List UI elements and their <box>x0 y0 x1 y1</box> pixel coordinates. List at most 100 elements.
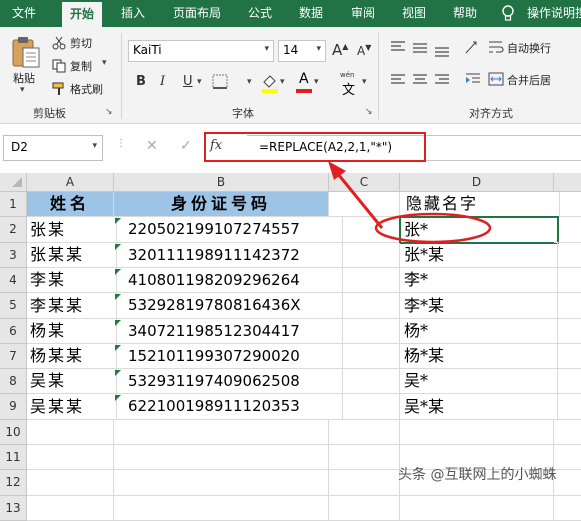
cell-id-number[interactable]: 532931197409062508 <box>114 369 343 394</box>
underline-button[interactable]: U <box>183 74 193 89</box>
cell[interactable] <box>554 293 581 319</box>
cell[interactable] <box>27 496 114 521</box>
row-header[interactable]: 13 <box>0 496 27 521</box>
cell-hidden-name[interactable]: 杨*某 <box>400 344 558 369</box>
italic-button[interactable]: I <box>160 74 165 89</box>
phonetic-dropdown-icon[interactable]: ▾ <box>362 77 367 87</box>
format-painter-button[interactable]: 格式刷 <box>70 81 103 97</box>
cell-name[interactable]: 李某 <box>27 268 117 293</box>
row-header[interactable]: 10 <box>0 420 27 445</box>
row-header[interactable]: 8 <box>0 369 27 394</box>
cell[interactable] <box>27 420 114 445</box>
font-name-combo[interactable]: KaiTi ▾ <box>128 40 274 62</box>
chevron-down-icon[interactable]: ▾ <box>316 44 321 54</box>
cell[interactable] <box>554 394 581 420</box>
column-header-b[interactable]: B <box>114 173 329 192</box>
cell-id-number[interactable]: 53292819780816436X <box>114 293 343 319</box>
cell-hidden-name[interactable]: 吴* <box>400 369 558 394</box>
cell[interactable] <box>400 420 554 445</box>
copy-button[interactable]: 复制 <box>70 58 92 74</box>
cell[interactable] <box>554 319 581 344</box>
grow-font-button[interactable]: A▲ <box>332 41 348 59</box>
cell[interactable] <box>554 217 581 243</box>
cell[interactable] <box>27 445 114 470</box>
paste-dropdown-icon[interactable]: ▾ <box>20 85 25 95</box>
cell[interactable] <box>27 470 114 496</box>
underline-dropdown-icon[interactable]: ▾ <box>197 77 202 87</box>
font-size-combo[interactable]: 14 ▾ <box>278 40 326 62</box>
cell[interactable] <box>554 243 581 268</box>
cell[interactable] <box>329 217 400 243</box>
font-launcher-icon[interactable]: ↘ <box>365 107 373 117</box>
cell[interactable] <box>329 243 400 268</box>
cell-name[interactable]: 李某某 <box>27 293 117 319</box>
tell-me-search[interactable]: 操作说明搜 <box>527 0 581 27</box>
cell-id-number[interactable]: 340721198512304417 <box>114 319 343 344</box>
cell-hidden-name[interactable]: 李*某 <box>400 293 558 319</box>
wrap-text-button[interactable]: 自动换行 <box>507 40 551 56</box>
cell[interactable] <box>329 369 400 394</box>
tab-home[interactable]: 开始 <box>62 2 102 27</box>
cell[interactable] <box>554 192 581 217</box>
cell[interactable] <box>114 445 329 470</box>
cell[interactable] <box>554 496 581 521</box>
cell-hidden-name[interactable]: 杨* <box>400 319 558 344</box>
row-header[interactable]: 2 <box>0 217 27 243</box>
paste-button[interactable]: 粘贴 <box>13 70 35 86</box>
borders-dropdown-icon[interactable]: ▾ <box>247 77 252 87</box>
copy-dropdown-icon[interactable]: ▾ <box>102 58 107 68</box>
cell-id-number[interactable]: 622100198911120353 <box>114 394 343 420</box>
tab-review[interactable]: 审阅 <box>343 0 383 27</box>
phonetic-guide-button[interactable]: wén 文 <box>340 71 360 98</box>
cancel-icon[interactable]: ✕ <box>146 138 158 154</box>
row-header[interactable]: 11 <box>0 445 27 470</box>
cell-id-number[interactable]: 220502199107274557 <box>114 217 343 243</box>
bold-button[interactable]: B <box>136 74 146 89</box>
cell[interactable] <box>329 192 400 217</box>
cell[interactable] <box>554 420 581 445</box>
column-header-d[interactable]: D <box>400 173 554 192</box>
cell-id-number[interactable]: 320111198911142372 <box>114 243 343 268</box>
cell[interactable] <box>329 470 400 496</box>
cell[interactable] <box>554 344 581 369</box>
cell-name[interactable]: 张某某 <box>27 243 117 268</box>
row-header[interactable]: 3 <box>0 243 27 268</box>
row-header[interactable]: 1 <box>0 192 27 217</box>
column-header-a[interactable]: A <box>27 173 114 192</box>
cell-id-number[interactable]: 152101199307290020 <box>114 344 343 369</box>
font-color-button[interactable]: A <box>295 71 313 95</box>
row-header[interactable]: 5 <box>0 293 27 319</box>
tab-help[interactable]: 帮助 <box>445 0 485 27</box>
cell[interactable] <box>329 344 400 369</box>
select-all-corner[interactable] <box>0 173 27 192</box>
row-header[interactable]: 12 <box>0 470 27 496</box>
cell-name[interactable]: 杨某某 <box>27 344 117 369</box>
cell-name[interactable]: 张某 <box>27 217 117 243</box>
row-header[interactable]: 4 <box>0 268 27 293</box>
row-header[interactable]: 6 <box>0 319 27 344</box>
row-header[interactable]: 9 <box>0 394 27 420</box>
borders-icon[interactable] <box>212 74 232 92</box>
cell[interactable] <box>114 496 329 521</box>
tab-page-layout[interactable]: 页面布局 <box>165 0 229 27</box>
cell[interactable] <box>114 470 329 496</box>
column-header-c[interactable]: C <box>329 173 400 192</box>
cell[interactable] <box>329 394 400 420</box>
cell-hidden-name[interactable]: 李* <box>400 268 558 293</box>
orientation-icon[interactable] <box>464 39 482 55</box>
column-header-e[interactable] <box>554 173 581 192</box>
cell-name[interactable]: 吴某 <box>27 369 117 394</box>
merge-center-button[interactable]: 合并后居 <box>507 72 551 88</box>
row-header[interactable]: 7 <box>0 344 27 369</box>
cell[interactable] <box>329 293 400 319</box>
tab-data[interactable]: 数据 <box>291 0 331 27</box>
tab-file[interactable]: 文件 <box>4 0 44 27</box>
cell[interactable] <box>400 496 554 521</box>
shrink-font-button[interactable]: A▼ <box>357 43 371 58</box>
cell[interactable] <box>554 268 581 293</box>
indent-icon[interactable] <box>464 71 482 87</box>
cell-hidden-name[interactable]: 张*某 <box>400 243 558 268</box>
cell[interactable] <box>554 445 581 470</box>
cell[interactable] <box>329 319 400 344</box>
font-color-dropdown-icon[interactable]: ▾ <box>314 77 319 87</box>
